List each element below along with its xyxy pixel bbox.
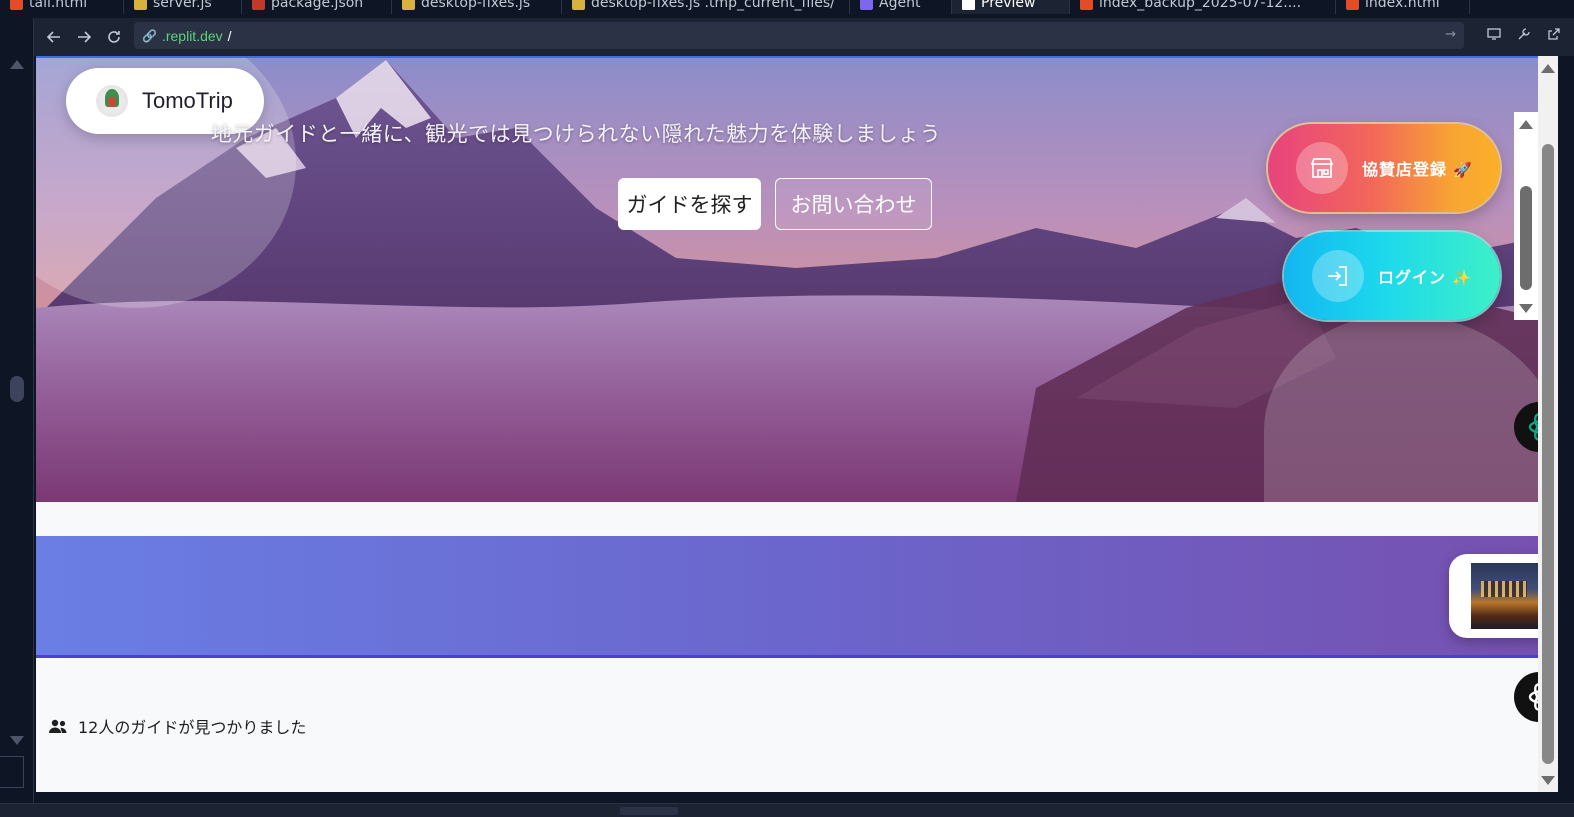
contact-button[interactable]: お問い合わせ [775,178,932,230]
scroll-down-arrow-icon[interactable] [10,736,24,745]
html-file-icon [10,0,23,10]
tab-desktop-fixes-tmp[interactable]: desktop-fixes.js .tmp_current_files/ [562,0,850,14]
scroll-up-arrow-icon[interactable] [1519,120,1533,129]
tab-package-json[interactable]: package.json [242,0,392,14]
tab-preview[interactable]: Preview [952,0,1070,14]
external-link-icon[interactable] [1544,24,1564,44]
tab-index-backup[interactable]: index_backup_2025-07-12.... [1070,0,1336,14]
arrow-right-icon[interactable]: → [1445,27,1456,42]
sign-in-icon [1312,250,1364,302]
js-file-icon [134,0,147,10]
store-icon [1296,142,1348,194]
reload-button[interactable] [99,22,129,52]
tab-index-html[interactable]: index.html [1336,0,1470,14]
scrollbar-thumb[interactable] [1542,144,1554,764]
page-scrollbar[interactable] [1538,56,1558,792]
editor-left-rail [0,18,34,803]
status-bar-segment[interactable] [620,807,678,815]
reload-icon [108,31,120,43]
url-host: .replit.dev [161,27,223,44]
scrollbar-thumb[interactable] [1520,186,1532,290]
tab-agent[interactable]: Agent [850,0,952,14]
scroll-up-arrow-icon[interactable] [1541,64,1555,73]
arrow-right-icon [78,31,92,43]
forward-button[interactable] [69,22,99,52]
panel-handle[interactable] [0,756,24,788]
users-icon [49,719,67,733]
editor-status-bar [0,803,1574,817]
link-icon: 🔗 [142,28,157,43]
brand-name: TomoTrip [142,88,233,113]
sponsor-register-button[interactable]: 協賛店登録 🚀 [1268,124,1500,212]
tab-server-js[interactable]: server.js [124,0,242,14]
results-count: 12人のガイドが見つかりました [48,714,306,738]
sidebar-scrollbar[interactable] [1514,112,1538,320]
monitor-icon[interactable] [1484,24,1504,44]
tab-tall-html[interactable]: tall.html [0,0,124,14]
tab-desktop-fixes-js[interactable]: desktop-fixes.js [392,0,562,14]
editor-tab-strip: tall.html server.js package.json desktop… [0,0,1574,18]
tomotrip-logo-icon [96,85,128,117]
url-toolbar [1484,24,1564,44]
find-guide-button[interactable]: ガイドを探す [618,178,761,230]
monitor-icon [962,0,975,10]
login-button[interactable]: ログイン ✨ [1284,232,1500,320]
html-file-icon [1346,0,1359,10]
scroll-down-arrow-icon[interactable] [1519,304,1533,313]
back-button[interactable] [39,22,69,52]
scroll-down-arrow-icon[interactable] [1541,776,1555,785]
hero-section: TomoTrip 地元ガイドと一緒に、観光では見つけられない隠れた魅力を体験しま… [36,58,1538,502]
url-path: / [227,27,232,44]
html-file-icon [1080,0,1093,10]
preview-url-bar: 🔗 .replit.dev / → [34,18,1574,56]
scrollbar-thumb[interactable] [10,376,24,402]
js-file-icon [572,0,585,10]
hero-subtitle: 地元ガイドと一緒に、観光では見つけられない隠れた魅力を体験しましょう [210,122,942,146]
city-night-thumbnail [1471,563,1538,629]
scroll-up-arrow-icon[interactable] [10,60,24,69]
rocket-icon: 🚀 [1453,161,1473,179]
results-count-text: 12人のガイドが見つかりました [78,718,307,737]
sponsor-register-label: 協賛店登録 [1362,160,1448,179]
preview-viewport: TomoTrip 地元ガイドと一緒に、観光では見つけられない隠れた魅力を体験しま… [36,56,1538,792]
search-filter-band [36,536,1538,658]
sparkles-icon: ✨ [1452,269,1472,287]
js-file-icon [402,0,415,10]
editor-right-edge [1558,56,1574,803]
arrow-left-icon [46,31,60,43]
url-input[interactable]: 🔗 .replit.dev / → [134,22,1464,49]
login-label: ログイン [1378,268,1447,287]
wrench-icon[interactable] [1514,24,1534,44]
agent-icon [860,0,873,10]
json-file-icon [252,0,265,10]
